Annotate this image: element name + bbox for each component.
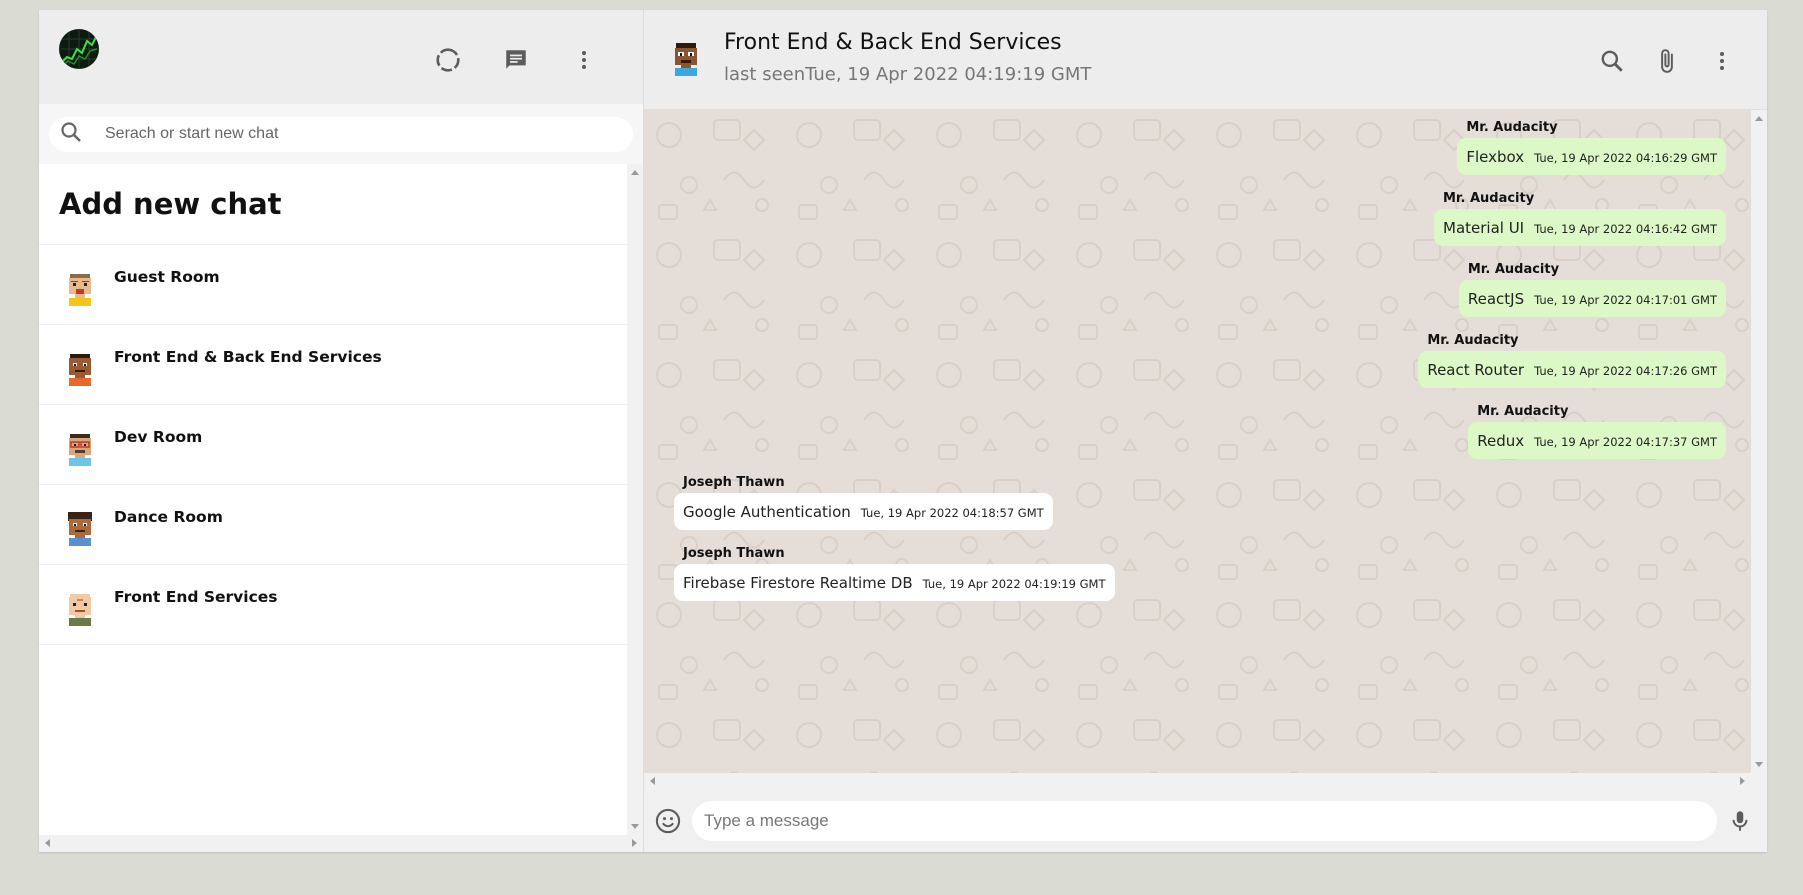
message-time: Tue, 19 Apr 2022 04:19:19 GMT (922, 577, 1106, 591)
pixel-avatar-dark-blue-shirt-icon[interactable] (666, 38, 706, 78)
message-sender: Mr. Audacity (1466, 120, 1558, 135)
scroll-left-arrow-icon[interactable] (650, 777, 655, 785)
message-incoming[interactable]: Joseph Thawn Google Authentication Tue, … (674, 475, 1053, 530)
profile-avatar[interactable] (59, 29, 99, 69)
scroll-down-arrow-icon[interactable] (631, 824, 639, 829)
chat-info[interactable]: Front End & Back End Services last seenT… (724, 30, 1091, 85)
message-bubble: Redux Tue, 19 Apr 2022 04:17:37 GMT (1468, 422, 1726, 459)
pixel-avatar-glasses-blue-shirt-icon (69, 434, 91, 466)
sidebar-horizontal-scrollbar[interactable] (39, 835, 643, 852)
message-text: Redux (1477, 432, 1525, 450)
message-input[interactable] (702, 810, 1717, 832)
chat-body[interactable]: Mr. Audacity Flexbox Tue, 19 Apr 2022 04… (644, 110, 1751, 773)
message-outgoing[interactable]: Mr. Audacity Material UI Tue, 19 Apr 202… (1434, 191, 1726, 246)
chat-list: Add new chat Guest Room Front End & Back… (39, 164, 627, 835)
pixel-avatar-curly-hair-icon (68, 512, 92, 546)
scroll-left-arrow-icon[interactable] (45, 839, 50, 847)
emoji-icon[interactable] (654, 807, 682, 835)
pixel-avatar-dark-orange-shirt-icon (69, 354, 91, 386)
message-outgoing[interactable]: Mr. Audacity ReactJS Tue, 19 Apr 2022 04… (1458, 262, 1726, 317)
message-bubble: Google Authentication Tue, 19 Apr 2022 0… (674, 493, 1053, 530)
more-vert-icon[interactable] (550, 40, 618, 80)
message-sender: Mr. Audacity (1467, 262, 1560, 277)
chat-name: Dev Room (114, 428, 203, 446)
message-text: ReactJS (1467, 290, 1525, 308)
message-sender: Joseph Thawn (683, 475, 785, 490)
new-chat-icon[interactable] (482, 40, 550, 80)
status-icon[interactable] (414, 40, 482, 80)
sidebar: Add new chat Guest Room (39, 10, 644, 852)
sidebar-vertical-scrollbar[interactable] (627, 164, 643, 835)
chat-item-front-end-back-end-services[interactable]: Front End & Back End Services (39, 325, 627, 405)
sidebar-header (39, 10, 643, 104)
chat-name: Front End Services (114, 588, 278, 606)
scroll-right-arrow-icon[interactable] (1740, 777, 1745, 785)
scroll-up-arrow-icon[interactable] (631, 170, 639, 175)
chat-item-front-end-services[interactable]: Front End Services (39, 565, 627, 645)
message-bubble: React Router Tue, 19 Apr 2022 04:17:26 G… (1418, 351, 1726, 388)
scroll-down-arrow-icon[interactable] (1755, 762, 1763, 767)
message-text: React Router (1427, 361, 1525, 379)
message-sender: Mr. Audacity (1443, 191, 1535, 206)
pixel-avatar-bald-green-shirt-icon (69, 594, 91, 626)
attach-file-icon[interactable] (1639, 41, 1694, 81)
message-bubble: Firebase Firestore Realtime DB Tue, 19 A… (674, 564, 1115, 601)
chat-footer (644, 790, 1767, 852)
chat-item-dance-room[interactable]: Dance Room (39, 485, 627, 565)
chat-list-container: Add new chat Guest Room Front End & Back… (39, 164, 643, 835)
message-bubble: Material UI Tue, 19 Apr 2022 04:16:42 GM… (1434, 209, 1726, 246)
message-time: Tue, 19 Apr 2022 04:17:37 GMT (1534, 435, 1717, 449)
message-incoming[interactable]: Joseph Thawn Firebase Firestore Realtime… (674, 546, 1115, 601)
chat-panel: Front End & Back End Services last seenT… (644, 10, 1767, 852)
search-container (39, 104, 643, 164)
mic-icon[interactable] (1727, 807, 1753, 835)
more-vert-icon[interactable] (1694, 41, 1749, 81)
chat-name: Dance Room (114, 508, 223, 526)
message-sender: Joseph Thawn (683, 546, 785, 561)
chat-item-dev-room[interactable]: Dev Room (39, 405, 627, 485)
message-text: Material UI (1443, 219, 1525, 237)
whatsapp-clone-app: Add new chat Guest Room (39, 10, 1767, 852)
message-time: Tue, 19 Apr 2022 04:16:42 GMT (1534, 222, 1717, 236)
message-sender: Mr. Audacity (1427, 333, 1519, 348)
chat-item-guest-room[interactable]: Guest Room (39, 245, 627, 325)
search-icon (59, 120, 83, 149)
message-text: Firebase Firestore Realtime DB (683, 574, 913, 592)
message-text: Google Authentication (683, 503, 851, 521)
add-new-chat-button[interactable]: Add new chat (39, 164, 627, 245)
message-sender: Mr. Audacity (1477, 404, 1569, 419)
last-seen-text: last seenTue, 19 Apr 2022 04:19:19 GMT (724, 64, 1092, 85)
search-input[interactable] (103, 124, 567, 144)
chat-body-wrapper: Mr. Audacity Flexbox Tue, 19 Apr 2022 04… (644, 110, 1767, 790)
search-icon[interactable] (1584, 41, 1639, 81)
search-box (49, 116, 633, 152)
message-time: Tue, 19 Apr 2022 04:17:01 GMT (1534, 293, 1717, 307)
chat-vertical-scrollbar[interactable] (1751, 110, 1767, 773)
chat-name: Front End & Back End Services (114, 348, 382, 366)
pixel-avatar-tan-red-beard-icon (69, 274, 91, 306)
message-text: Flexbox (1466, 148, 1525, 166)
message-time: Tue, 19 Apr 2022 04:18:57 GMT (860, 506, 1044, 520)
chat-horizontal-scrollbar[interactable] (644, 773, 1767, 790)
chat-title: Front End & Back End Services (724, 30, 1062, 55)
scroll-right-arrow-icon[interactable] (632, 839, 637, 847)
message-bubble: ReactJS Tue, 19 Apr 2022 04:17:01 GMT (1458, 280, 1726, 317)
message-outgoing[interactable]: Mr. Audacity React Router Tue, 19 Apr 20… (1418, 333, 1726, 388)
chat-header: Front End & Back End Services last seenT… (644, 10, 1767, 110)
message-outgoing[interactable]: Mr. Audacity Redux Tue, 19 Apr 2022 04:1… (1468, 404, 1726, 459)
message-bubble: Flexbox Tue, 19 Apr 2022 04:16:29 GMT (1457, 138, 1726, 175)
message-input-container (692, 801, 1717, 841)
chat-name: Guest Room (114, 268, 220, 286)
message-time: Tue, 19 Apr 2022 04:17:26 GMT (1534, 364, 1717, 378)
message-time: Tue, 19 Apr 2022 04:16:29 GMT (1534, 151, 1717, 165)
scroll-up-arrow-icon[interactable] (1755, 116, 1763, 121)
message-outgoing[interactable]: Mr. Audacity Flexbox Tue, 19 Apr 2022 04… (1457, 120, 1726, 175)
